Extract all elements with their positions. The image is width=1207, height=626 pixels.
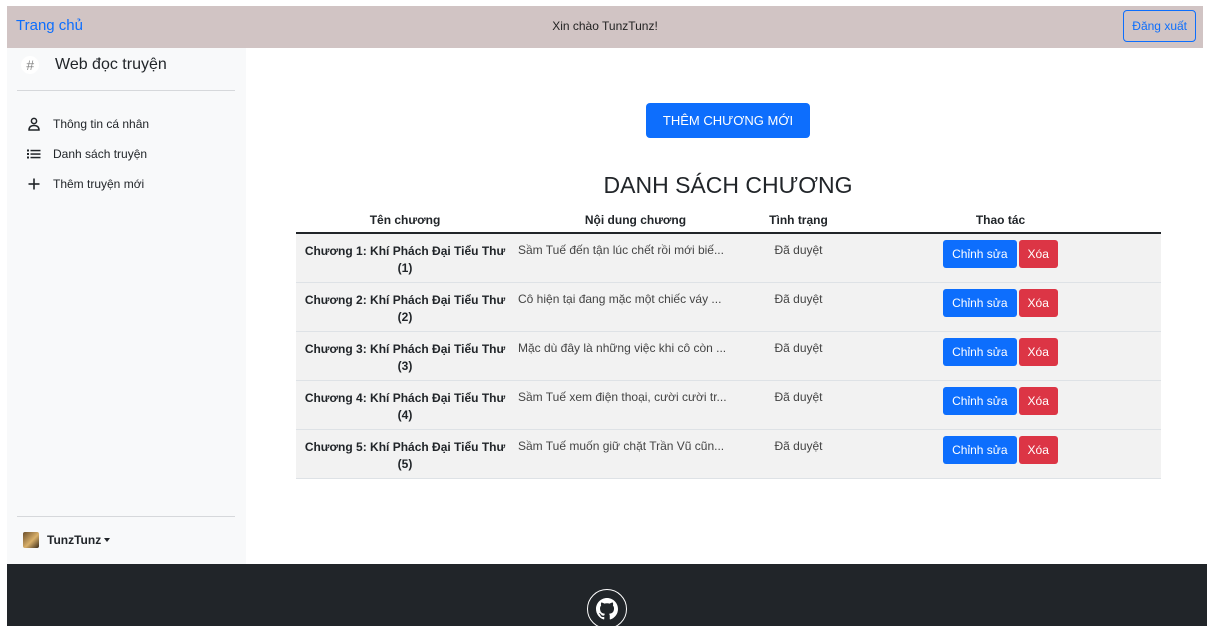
table-row: Chương 5: Khí Phách Đại Tiểu Thư (5) Sầm… [296, 428, 1161, 479]
sidebar-item-add-story[interactable]: Thêm truyện mới [27, 169, 149, 199]
chapter-name: Chương 5: Khí Phách Đại Tiểu Thư (5) [296, 428, 514, 479]
chapter-status: Đã duyệt [757, 233, 840, 283]
sidebar-item-profile[interactable]: Thông tin cá nhân [27, 109, 149, 139]
chapter-status: Đã duyệt [757, 379, 840, 430]
sidebar-item-label: Thông tin cá nhân [53, 117, 150, 131]
delete-button[interactable]: Xóa [1018, 288, 1058, 317]
chapter-content: Sầm Tuế muốn giữ chặt Trần Vũ cũn... [514, 428, 757, 479]
column-header: Thao tác [840, 207, 1161, 234]
person-icon [27, 117, 41, 131]
edit-button[interactable]: Chỉnh sửa [943, 435, 1017, 464]
chapter-content: Cô hiện tại đang mặc một chiếc váy ... [514, 281, 757, 332]
chapter-status: Đã duyệt [757, 428, 840, 479]
chapter-content: Sầm Tuế đến tận lúc chết rồi mới biế... [514, 233, 757, 283]
edit-button[interactable]: Chỉnh sửa [943, 386, 1017, 415]
chapter-actions: Chỉnh sửa Xóa [840, 379, 1161, 430]
table-row: Chương 4: Khí Phách Đại Tiểu Thư (4) Sầm… [296, 379, 1161, 430]
chapter-name: Chương 4: Khí Phách Đại Tiểu Thư (4) [296, 379, 514, 430]
list-icon [27, 147, 41, 161]
chapter-actions: Chỉnh sửa Xóa [840, 233, 1161, 283]
chapter-name: Chương 3: Khí Phách Đại Tiểu Thư (3) [296, 330, 514, 381]
delete-button[interactable]: Xóa [1018, 386, 1058, 415]
sidebar-divider [17, 90, 235, 91]
delete-button[interactable]: Xóa [1018, 337, 1058, 366]
table-row: Chương 2: Khí Phách Đại Tiểu Thư (2) Cô … [296, 281, 1161, 332]
sidebar-nav: Thông tin cá nhân Danh sách truyện Thêm … [27, 109, 149, 199]
table-header-row: Tên chương Nội dung chương Tình trạng Th… [296, 207, 1161, 234]
sidebar-item-story-list[interactable]: Danh sách truyện [27, 139, 149, 169]
github-icon[interactable] [587, 589, 627, 626]
table-row: Chương 1: Khí Phách Đại Tiểu Thư (1) Sầm… [296, 233, 1161, 283]
table-row: Chương 3: Khí Phách Đại Tiểu Thư (3) Mặc… [296, 330, 1161, 381]
delete-button[interactable]: Xóa [1018, 240, 1058, 268]
sidebar-title: Web đọc truyện [55, 56, 167, 73]
column-header: Nội dung chương [514, 207, 757, 234]
add-chapter-button[interactable]: THÊM CHƯƠNG MỚI [646, 103, 810, 138]
user-dropdown[interactable]: TunzTunz [23, 532, 111, 548]
caret-down-icon [104, 538, 111, 542]
edit-button[interactable]: Chỉnh sửa [943, 240, 1017, 268]
chapter-actions: Chỉnh sửa Xóa [840, 428, 1161, 479]
chapter-table: Tên chương Nội dung chương Tình trạng Th… [296, 207, 1161, 479]
chapter-content: Sầm Tuế xem điện thoại, cười cười tr... [514, 379, 757, 430]
hash-icon: # [21, 56, 39, 74]
column-header: Tình trạng [757, 207, 840, 234]
delete-button[interactable]: Xóa [1018, 435, 1058, 464]
chapter-status: Đã duyệt [757, 281, 840, 332]
chapter-actions: Chỉnh sửa Xóa [840, 330, 1161, 381]
greeting-text: Xin chào TunzTunz! [552, 19, 658, 33]
sidebar-divider [17, 516, 235, 517]
edit-button[interactable]: Chỉnh sửa [943, 288, 1017, 317]
chapter-name: Chương 1: Khí Phách Đại Tiểu Thư (1) [296, 233, 514, 283]
plus-icon [27, 177, 41, 191]
sidebar-brand[interactable]: # Web đọc truyện [21, 56, 167, 74]
chapter-actions: Chỉnh sửa Xóa [840, 281, 1161, 332]
sidebar: # Web đọc truyện Thông tin cá nhân Danh … [7, 48, 246, 564]
user-name: TunzTunz [47, 533, 102, 547]
logout-button[interactable]: Đăng xuất [1123, 10, 1196, 42]
chapter-content: Mặc dù đây là những việc khi cô còn ... [514, 330, 757, 381]
chapter-name: Chương 2: Khí Phách Đại Tiểu Thư (2) [296, 281, 514, 332]
avatar [23, 532, 39, 548]
sidebar-item-label: Danh sách truyện [53, 147, 148, 161]
sidebar-item-label: Thêm truyện mới [53, 177, 145, 191]
edit-button[interactable]: Chỉnh sửa [943, 337, 1017, 366]
chapter-status: Đã duyệt [757, 330, 840, 381]
top-navbar: Trang chủ Xin chào TunzTunz! Đăng xuất [7, 6, 1203, 48]
page-title: DANH SÁCH CHƯƠNG [603, 172, 853, 198]
column-header: Tên chương [296, 207, 514, 234]
footer [7, 564, 1207, 626]
